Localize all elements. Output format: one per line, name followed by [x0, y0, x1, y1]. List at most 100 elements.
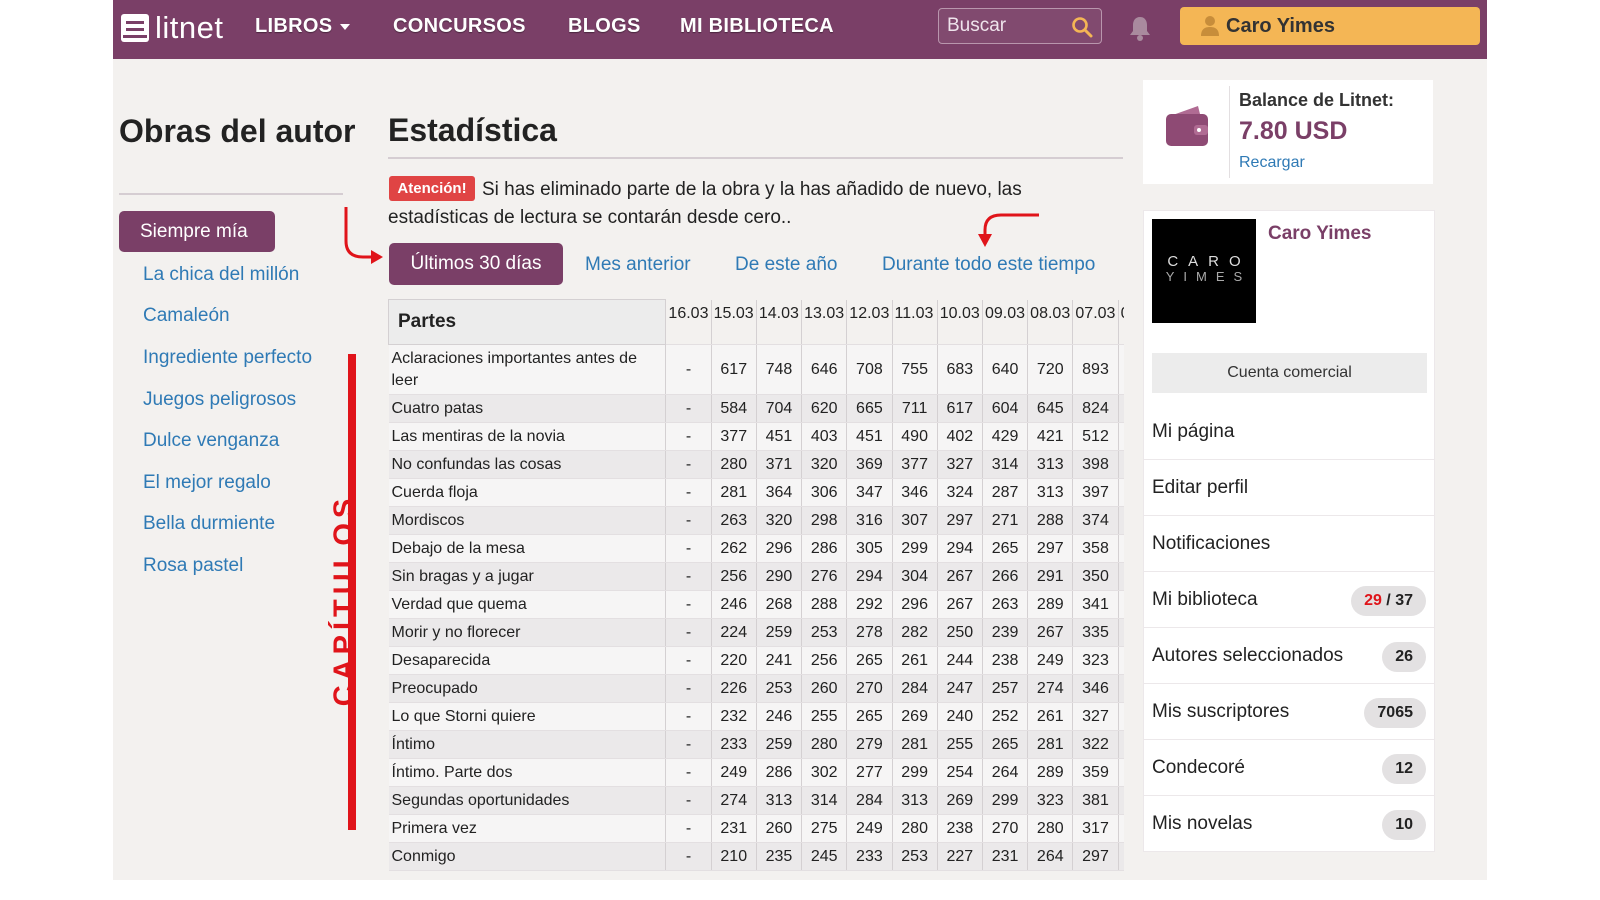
menu-item-label: Notificaciones: [1152, 533, 1271, 554]
column-header-partes: Partes: [388, 299, 667, 345]
sidebar-item-bella-durmiente[interactable]: Bella durmiente: [143, 513, 275, 535]
user-icon: [1201, 16, 1219, 36]
value-cell: 231: [711, 814, 757, 843]
menu-item-mi-biblioteca[interactable]: Mi biblioteca 29 / 37: [1143, 572, 1435, 628]
value-cell: 275: [801, 814, 848, 843]
sidebar-item-juegos-peligrosos[interactable]: Juegos peligrosos: [143, 389, 296, 411]
value-cell: 235: [756, 842, 803, 871]
stats-table-container[interactable]: Partes 16.03 15.03 14.03 13.03 12.03 11.03 10.…: [388, 299, 1124, 880]
balance-divider: [1229, 86, 1230, 178]
value-cell: -: [665, 618, 712, 647]
user-menu-button[interactable]: Caro Yimes: [1180, 7, 1480, 45]
value-cell: 284: [846, 786, 893, 815]
value-cell: -: [665, 394, 712, 423]
count-badge: 7065: [1364, 698, 1426, 728]
part-name-cell: Lo que Storni quiere: [388, 702, 667, 731]
value-cell: 320: [801, 450, 848, 479]
search-input[interactable]: [947, 14, 1067, 38]
profile-name[interactable]: Caro Yimes: [1268, 223, 1372, 245]
sidebar-item-la-chica-del-millon[interactable]: La chica del millón: [143, 264, 299, 286]
sidebar-item-dulce-venganza[interactable]: Dulce venganza: [143, 430, 279, 452]
avatar-text-line2: YIMES: [1165, 269, 1252, 284]
value-cell: 264: [982, 758, 1029, 787]
part-name-cell: Mordiscos: [388, 506, 667, 535]
nav-mi-biblioteca[interactable]: MI BIBLIOTECA: [680, 15, 834, 38]
litnet-logo[interactable]: litnet: [119, 10, 223, 46]
part-name-cell: Las mentiras de la novia: [388, 422, 667, 451]
value-cell: 398: [1072, 450, 1119, 479]
sidebar-item-el-mejor-regalo[interactable]: El mejor regalo: [143, 472, 271, 494]
tab-mes-anterior[interactable]: Mes anterior: [585, 254, 691, 276]
sidebar-item-ingrediente-perfecto[interactable]: Ingrediente perfecto: [143, 347, 312, 369]
tab-ultimos-30-dias[interactable]: Últimos 30 días: [389, 243, 563, 285]
value-cell: 254: [937, 758, 983, 787]
value-cell: 402: [937, 422, 983, 451]
page-title: Estadística: [388, 112, 557, 148]
value-cell: 620: [801, 394, 848, 423]
value-cell: 274: [711, 786, 757, 815]
top-navigation-bar: litnet LIBROS CONCURSOS BLOGS MI BIBLIOT…: [113, 0, 1487, 59]
nav-blogs[interactable]: BLOGS: [568, 15, 641, 38]
avatar[interactable]: CARO YIMES: [1152, 219, 1256, 323]
value-cell: 252: [982, 702, 1029, 731]
menu-item-autores-seleccionados[interactable]: Autores seleccionados 26: [1143, 628, 1435, 684]
value-cell: 244: [937, 646, 983, 675]
bell-icon[interactable]: [1127, 14, 1153, 42]
search-box: [938, 8, 1102, 44]
table-row: Cuatro patas -584 704 620 665 711 617 604 645 824…: [388, 394, 1124, 423]
nav-concursos[interactable]: CONCURSOS: [393, 15, 526, 38]
value-cell: -: [665, 450, 712, 479]
table-row: Sin bragas y a jugar -256 290 276 294 304 267 2…: [388, 562, 1124, 591]
value-cell: 359: [1072, 758, 1119, 787]
menu-item-mi-pagina[interactable]: Mi página: [1143, 404, 1435, 460]
value-cell: -: [665, 702, 712, 731]
value-cell: 259: [756, 618, 803, 647]
value-cell: 3: [1118, 506, 1124, 535]
value-cell: 893: [1072, 344, 1119, 395]
table-row: Mordiscos-2633202983163072972712883743: [388, 506, 1124, 535]
value-cell: 270: [982, 814, 1029, 843]
value-cell: 233: [711, 730, 757, 759]
value-cell: 299: [892, 758, 938, 787]
value-cell: 238: [937, 814, 983, 843]
tab-durante-todo-este-tiempo[interactable]: Durante todo este tiempo: [882, 254, 1095, 276]
sidebar-item-rosa-pastel[interactable]: Rosa pastel: [143, 555, 243, 577]
value-cell: 253: [756, 674, 803, 703]
value-cell: 313: [1027, 478, 1074, 507]
nav-libros[interactable]: LIBROS: [255, 15, 351, 38]
menu-item-mis-novelas[interactable]: Mis novelas 10: [1143, 796, 1435, 852]
commercial-account-button[interactable]: Cuenta comercial: [1152, 353, 1427, 393]
column-header-date: 10.03: [937, 299, 983, 345]
value-cell: 281: [892, 730, 938, 759]
value-cell: 271: [982, 506, 1029, 535]
tab-de-este-ano[interactable]: De este año: [735, 254, 837, 276]
sidebar-item-active[interactable]: Siempre mía: [119, 211, 275, 252]
value-cell: 274: [1027, 674, 1074, 703]
value-cell: 297: [1027, 534, 1074, 563]
value-cell: 220: [711, 646, 757, 675]
menu-item-editar-perfil[interactable]: Editar perfil: [1143, 460, 1435, 516]
sidebar-item-camaleon[interactable]: Camaleón: [143, 305, 230, 327]
logo-text: litnet: [155, 10, 224, 45]
annotation-label: CAPÍTULOS: [325, 494, 365, 707]
menu-item-condecore[interactable]: Condecoré 12: [1143, 740, 1435, 796]
menu-item-label: Condecoré: [1152, 757, 1245, 778]
count-badge-total: / 37: [1381, 592, 1413, 609]
value-cell: 3: [1118, 534, 1124, 563]
value-cell: -: [665, 842, 712, 871]
value-cell: 490: [892, 422, 938, 451]
value-cell: 286: [756, 758, 803, 787]
value-cell: 276: [801, 562, 848, 591]
value-cell: 296: [892, 590, 938, 619]
recharge-link[interactable]: Recargar: [1239, 154, 1305, 172]
value-cell: -: [665, 786, 712, 815]
search-icon[interactable]: [1071, 16, 1093, 38]
part-name-cell: Aclaraciones importantes antes de leer: [388, 344, 667, 395]
menu-item-notificaciones[interactable]: Notificaciones: [1143, 516, 1435, 572]
table-row: Íntimo-2332592802792812552652813223: [388, 730, 1124, 759]
value-cell: 255: [801, 702, 848, 731]
value-cell: 429: [982, 422, 1029, 451]
value-cell: 267: [1027, 618, 1074, 647]
value-cell: 451: [756, 422, 803, 451]
menu-item-mis-suscriptores[interactable]: Mis suscriptores 7065: [1143, 684, 1435, 740]
